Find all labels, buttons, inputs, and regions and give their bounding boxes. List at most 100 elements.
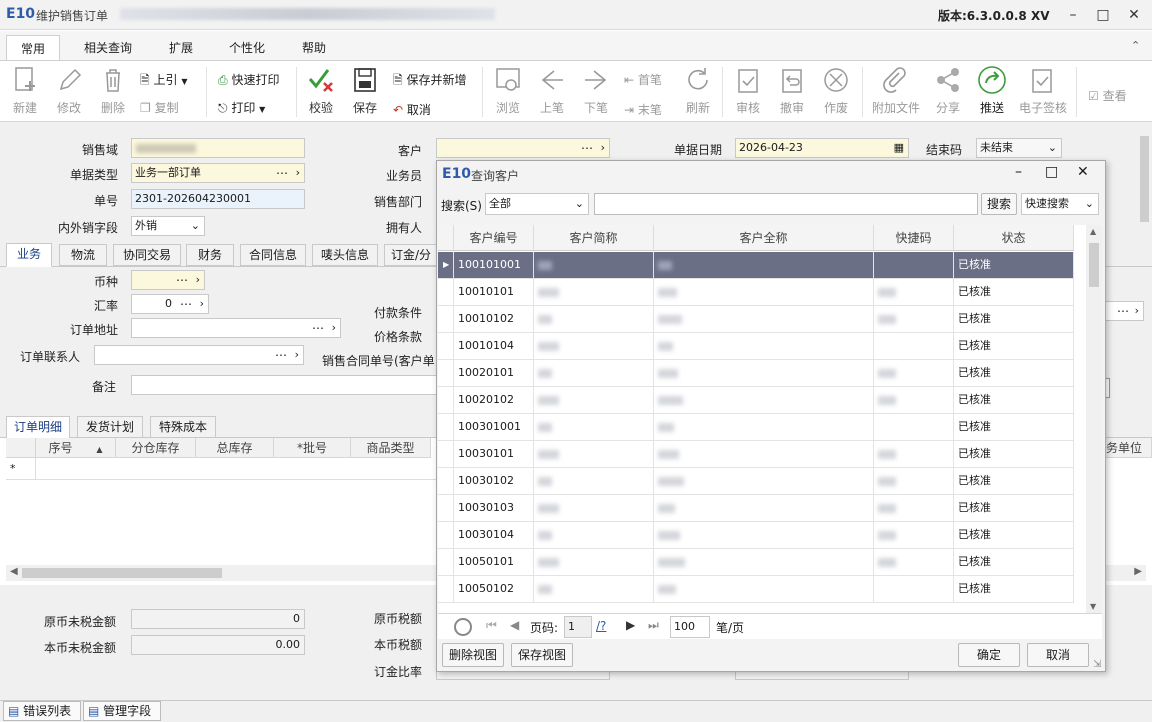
search-input[interactable] <box>594 193 978 215</box>
col-customer-short[interactable]: 客户简称 <box>534 225 654 251</box>
form-scrollbar[interactable] <box>1137 122 1152 237</box>
new-button[interactable]: 新建 <box>3 65 47 116</box>
customer-row[interactable]: 10030103 已核准 <box>438 495 1074 522</box>
tab-help[interactable]: 帮助 <box>288 35 340 61</box>
doc-type-field[interactable]: 业务一部订单 ⋯ › <box>131 163 305 183</box>
manage-fields-button[interactable]: ▤ 管理字段 <box>83 701 161 721</box>
prev-page-icon[interactable]: ◀ <box>510 618 519 632</box>
customer-row[interactable]: 10010104 已核准 <box>438 333 1074 360</box>
col-branch-stock[interactable]: 分仓库存 <box>116 438 196 458</box>
tab-personalize[interactable]: 个性化 <box>215 35 279 61</box>
order-contact-field[interactable]: ⋯ › <box>94 345 304 365</box>
col-business-unit[interactable]: 务单位 <box>1104 438 1152 458</box>
col-customer-full[interactable]: 客户全称 <box>654 225 874 251</box>
inout-select[interactable]: 外销 ⌄ <box>131 216 205 236</box>
page-size-input[interactable]: 100 <box>670 616 710 638</box>
col-quick-code[interactable]: 快捷码 <box>874 225 954 251</box>
view-button[interactable]: ☑ 查看 <box>1088 87 1127 104</box>
void-button[interactable]: 作废 <box>814 65 858 116</box>
customer-row[interactable]: 10030102 已核准 <box>438 468 1074 495</box>
tab-deposit[interactable]: 订金/分 <box>384 244 438 266</box>
ok-button[interactable]: 确定 <box>958 643 1020 667</box>
next-record-button[interactable]: 下笔 <box>574 65 618 116</box>
tab-collab-trade[interactable]: 协同交易 <box>113 244 181 266</box>
local-untaxed-field[interactable]: 0.00 <box>131 635 305 655</box>
check-button[interactable]: 校验 <box>299 65 343 116</box>
right-lookup-field[interactable]: ⋯ › <box>1104 301 1144 321</box>
collapse-ribbon-icon[interactable]: ⌃ <box>1131 39 1140 52</box>
push-button[interactable]: 推送 <box>970 65 1014 116</box>
col-batch[interactable]: *批号 <box>274 438 351 458</box>
col-customer-code[interactable]: 客户编号 <box>454 225 534 251</box>
dialog-close-icon[interactable]: ✕ <box>1077 164 1089 180</box>
tab-extend[interactable]: 扩展 <box>155 35 207 61</box>
tab-common[interactable]: 常用 <box>6 35 61 61</box>
unaudit-button[interactable]: 撤审 <box>770 65 814 116</box>
customer-field[interactable]: ⋯ › <box>436 138 610 158</box>
import-prev-button[interactable]: 🗎 上引 ▼ <box>140 71 187 92</box>
sales-domain-field[interactable] <box>131 138 305 158</box>
tab-order-lines[interactable]: 订单明细 <box>6 416 70 439</box>
note-field[interactable] <box>131 375 441 395</box>
esign-button[interactable]: 电子签核 <box>1018 65 1068 116</box>
next-page-icon[interactable]: ▶ <box>626 618 635 632</box>
tab-business[interactable]: 业务 <box>6 243 52 267</box>
maximize-icon[interactable]: □ <box>1090 4 1116 26</box>
close-icon[interactable]: ✕ <box>1121 4 1147 26</box>
scroll-left-icon[interactable]: ◀ <box>10 566 18 577</box>
print-button[interactable]: ⎋ 打印 ▼ <box>218 99 265 116</box>
save-button[interactable]: 保存 <box>343 65 387 116</box>
col-seq[interactable]: 序号 ▲ <box>36 438 116 458</box>
customer-row[interactable]: 10030101 已核准 <box>438 441 1074 468</box>
col-total-stock[interactable]: 总库存 <box>196 438 274 458</box>
customer-row[interactable]: 100301001 已核准 <box>438 414 1074 441</box>
lookup-dots-icon[interactable]: ⋯ <box>312 319 324 337</box>
lookup-dots-icon[interactable]: ⋯ <box>1117 302 1129 320</box>
dialog-minimize-icon[interactable]: – <box>1015 164 1022 180</box>
scroll-down-icon[interactable]: ▼ <box>1090 602 1096 611</box>
quick-search-select[interactable]: 快速搜索 ⌄ <box>1021 193 1099 215</box>
lookup-dots-icon[interactable]: ⋯ <box>180 295 192 313</box>
tab-contract-info[interactable]: 合同信息 <box>240 244 306 266</box>
customer-row[interactable]: ▶ 100101001 已核准 <box>438 252 1074 279</box>
tab-finance[interactable]: 财务 <box>186 244 234 266</box>
tab-related-query[interactable]: 相关查询 <box>70 35 146 61</box>
audit-button[interactable]: 审核 <box>726 65 770 116</box>
dialog-maximize-icon[interactable]: □ <box>1045 164 1058 180</box>
resize-grip-icon[interactable]: ⇲ <box>1093 659 1101 670</box>
customer-row[interactable]: 10020101 已核准 <box>438 360 1074 387</box>
lookup-dots-icon[interactable]: ⋯ <box>176 271 188 289</box>
doc-no-field[interactable]: 2301-202604230001 <box>131 189 305 209</box>
error-list-button[interactable]: ▤ 错误列表 <box>3 701 81 721</box>
tab-shipping-plan[interactable]: 发货计划 <box>77 416 143 438</box>
customer-row[interactable]: 10010102 已核准 <box>438 306 1074 333</box>
new-row[interactable] <box>36 458 436 480</box>
tab-logistics[interactable]: 物流 <box>59 244 107 266</box>
customer-row[interactable]: 10010101 已核准 <box>438 279 1074 306</box>
dialog-title-bar[interactable]: E10 查询客户 – □ ✕ <box>437 161 1105 189</box>
save-and-new-button[interactable]: 🗎 保存并新增 <box>393 71 467 92</box>
delete-button[interactable]: 删除 <box>91 65 135 116</box>
customer-row[interactable]: 10050101 已核准 <box>438 549 1074 576</box>
share-button[interactable]: 分享 <box>926 65 970 116</box>
search-button[interactable]: 搜索 <box>981 193 1017 215</box>
currency-field[interactable]: ⋯ › <box>131 270 205 290</box>
search-scope-select[interactable]: 全部 ⌄ <box>485 193 589 215</box>
prev-record-button[interactable]: 上笔 <box>530 65 574 116</box>
cancel-edit-button[interactable]: ↶ 取消 <box>393 101 431 118</box>
tab-mark-info[interactable]: 唛头信息 <box>312 244 378 266</box>
refresh-button[interactable]: 刷新 <box>676 65 720 116</box>
lookup-dots-icon[interactable]: ⋯ <box>275 346 287 364</box>
minimize-icon[interactable]: – <box>1060 4 1086 26</box>
lookup-dots-icon[interactable]: ⋯ <box>581 139 593 157</box>
lookup-dots-icon[interactable]: ⋯ <box>276 164 288 182</box>
close-code-select[interactable]: 未结束 ⌄ <box>976 138 1062 158</box>
edit-button[interactable]: 修改 <box>47 65 91 116</box>
browse-button[interactable]: 浏览 <box>486 65 530 116</box>
col-status[interactable]: 状态 <box>954 225 1074 251</box>
tab-special-cost[interactable]: 特殊成本 <box>150 416 216 438</box>
orig-untaxed-field[interactable]: 0 <box>131 609 305 629</box>
customer-row[interactable]: 10050102 已核准 <box>438 576 1074 603</box>
delete-view-button[interactable]: 删除视图 <box>442 643 504 667</box>
order-address-field[interactable]: ⋯ › <box>131 318 341 338</box>
